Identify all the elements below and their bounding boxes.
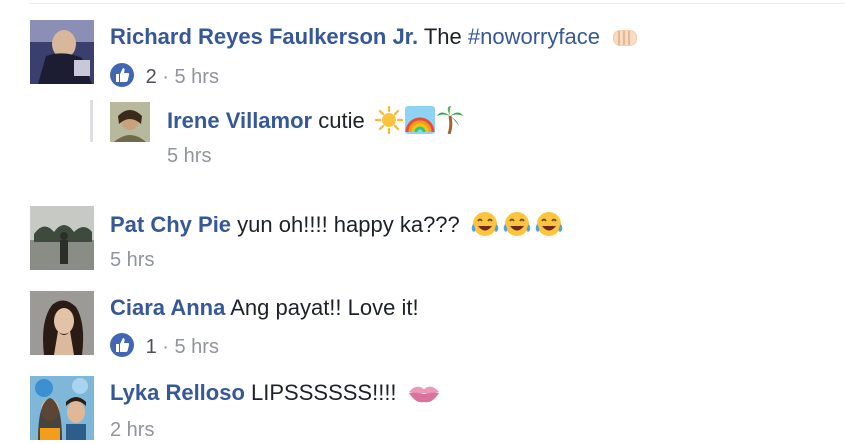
separator: · — [162, 66, 169, 88]
fist-bump-emoji — [610, 24, 640, 56]
tears-of-joy-emoji — [534, 210, 564, 244]
author-name[interactable]: Irene Villamor — [167, 108, 312, 133]
comment-text: LIPSSSSSS!!!! — [251, 380, 397, 405]
comment-meta: 5 hrs — [110, 248, 154, 272]
avatar[interactable] — [30, 376, 94, 440]
palm-tree-emoji — [436, 106, 463, 140]
divider — [30, 3, 845, 4]
sun-emoji — [374, 105, 403, 140]
comment-meta: 5 hrs — [167, 144, 211, 168]
comment-text: yun oh!!!! happy ka??? — [237, 212, 460, 237]
reply-thread-bar — [90, 100, 93, 142]
timestamp[interactable]: 5 hrs — [110, 249, 154, 271]
avatar[interactable] — [110, 102, 150, 142]
like-count[interactable]: 2 — [146, 66, 157, 88]
hashtag-link[interactable]: #noworryface — [468, 24, 600, 49]
author-name[interactable]: Ciara Anna — [110, 295, 225, 320]
comment-body: Pat Chy Pie yun oh!!!! happy ka??? — [110, 210, 564, 244]
comment-meta: 1 · 5 hrs — [110, 333, 219, 359]
kiss-mark-emoji — [407, 380, 441, 412]
comment-text: Ang payat!! Love it! — [230, 295, 419, 320]
author-name[interactable]: Richard Reyes Faulkerson Jr. — [110, 24, 418, 49]
reply-body: Irene Villamor cutie — [167, 105, 463, 140]
tears-of-joy-emoji — [502, 210, 532, 244]
avatar[interactable] — [30, 291, 94, 355]
comment-meta: 2 hrs — [110, 418, 154, 442]
timestamp[interactable]: 5 hrs — [174, 66, 218, 88]
timestamp[interactable]: 5 hrs — [167, 145, 211, 167]
tears-of-joy-emoji — [470, 210, 500, 244]
avatar[interactable] — [30, 20, 94, 84]
comment-body: Ciara Anna Ang payat!! Love it! — [110, 295, 419, 321]
comment-body: Richard Reyes Faulkerson Jr. The #noworr… — [110, 24, 640, 56]
author-name[interactable]: Lyka Relloso — [110, 380, 245, 405]
timestamp[interactable]: 2 hrs — [110, 419, 154, 441]
like-icon[interactable] — [110, 63, 134, 87]
comment-text: cutie — [318, 108, 365, 133]
avatar[interactable] — [30, 206, 94, 270]
timestamp[interactable]: 5 hrs — [174, 336, 218, 358]
rainbow-emoji — [404, 106, 435, 140]
comment-text: The — [423, 24, 462, 49]
like-icon[interactable] — [110, 333, 134, 357]
like-count[interactable]: 1 — [146, 336, 157, 358]
author-name[interactable]: Pat Chy Pie — [110, 212, 231, 237]
comment-body: Lyka Relloso LIPSSSSSS!!!! — [110, 380, 441, 412]
separator: · — [162, 336, 169, 358]
comment-meta: 2 · 5 hrs — [110, 63, 219, 89]
